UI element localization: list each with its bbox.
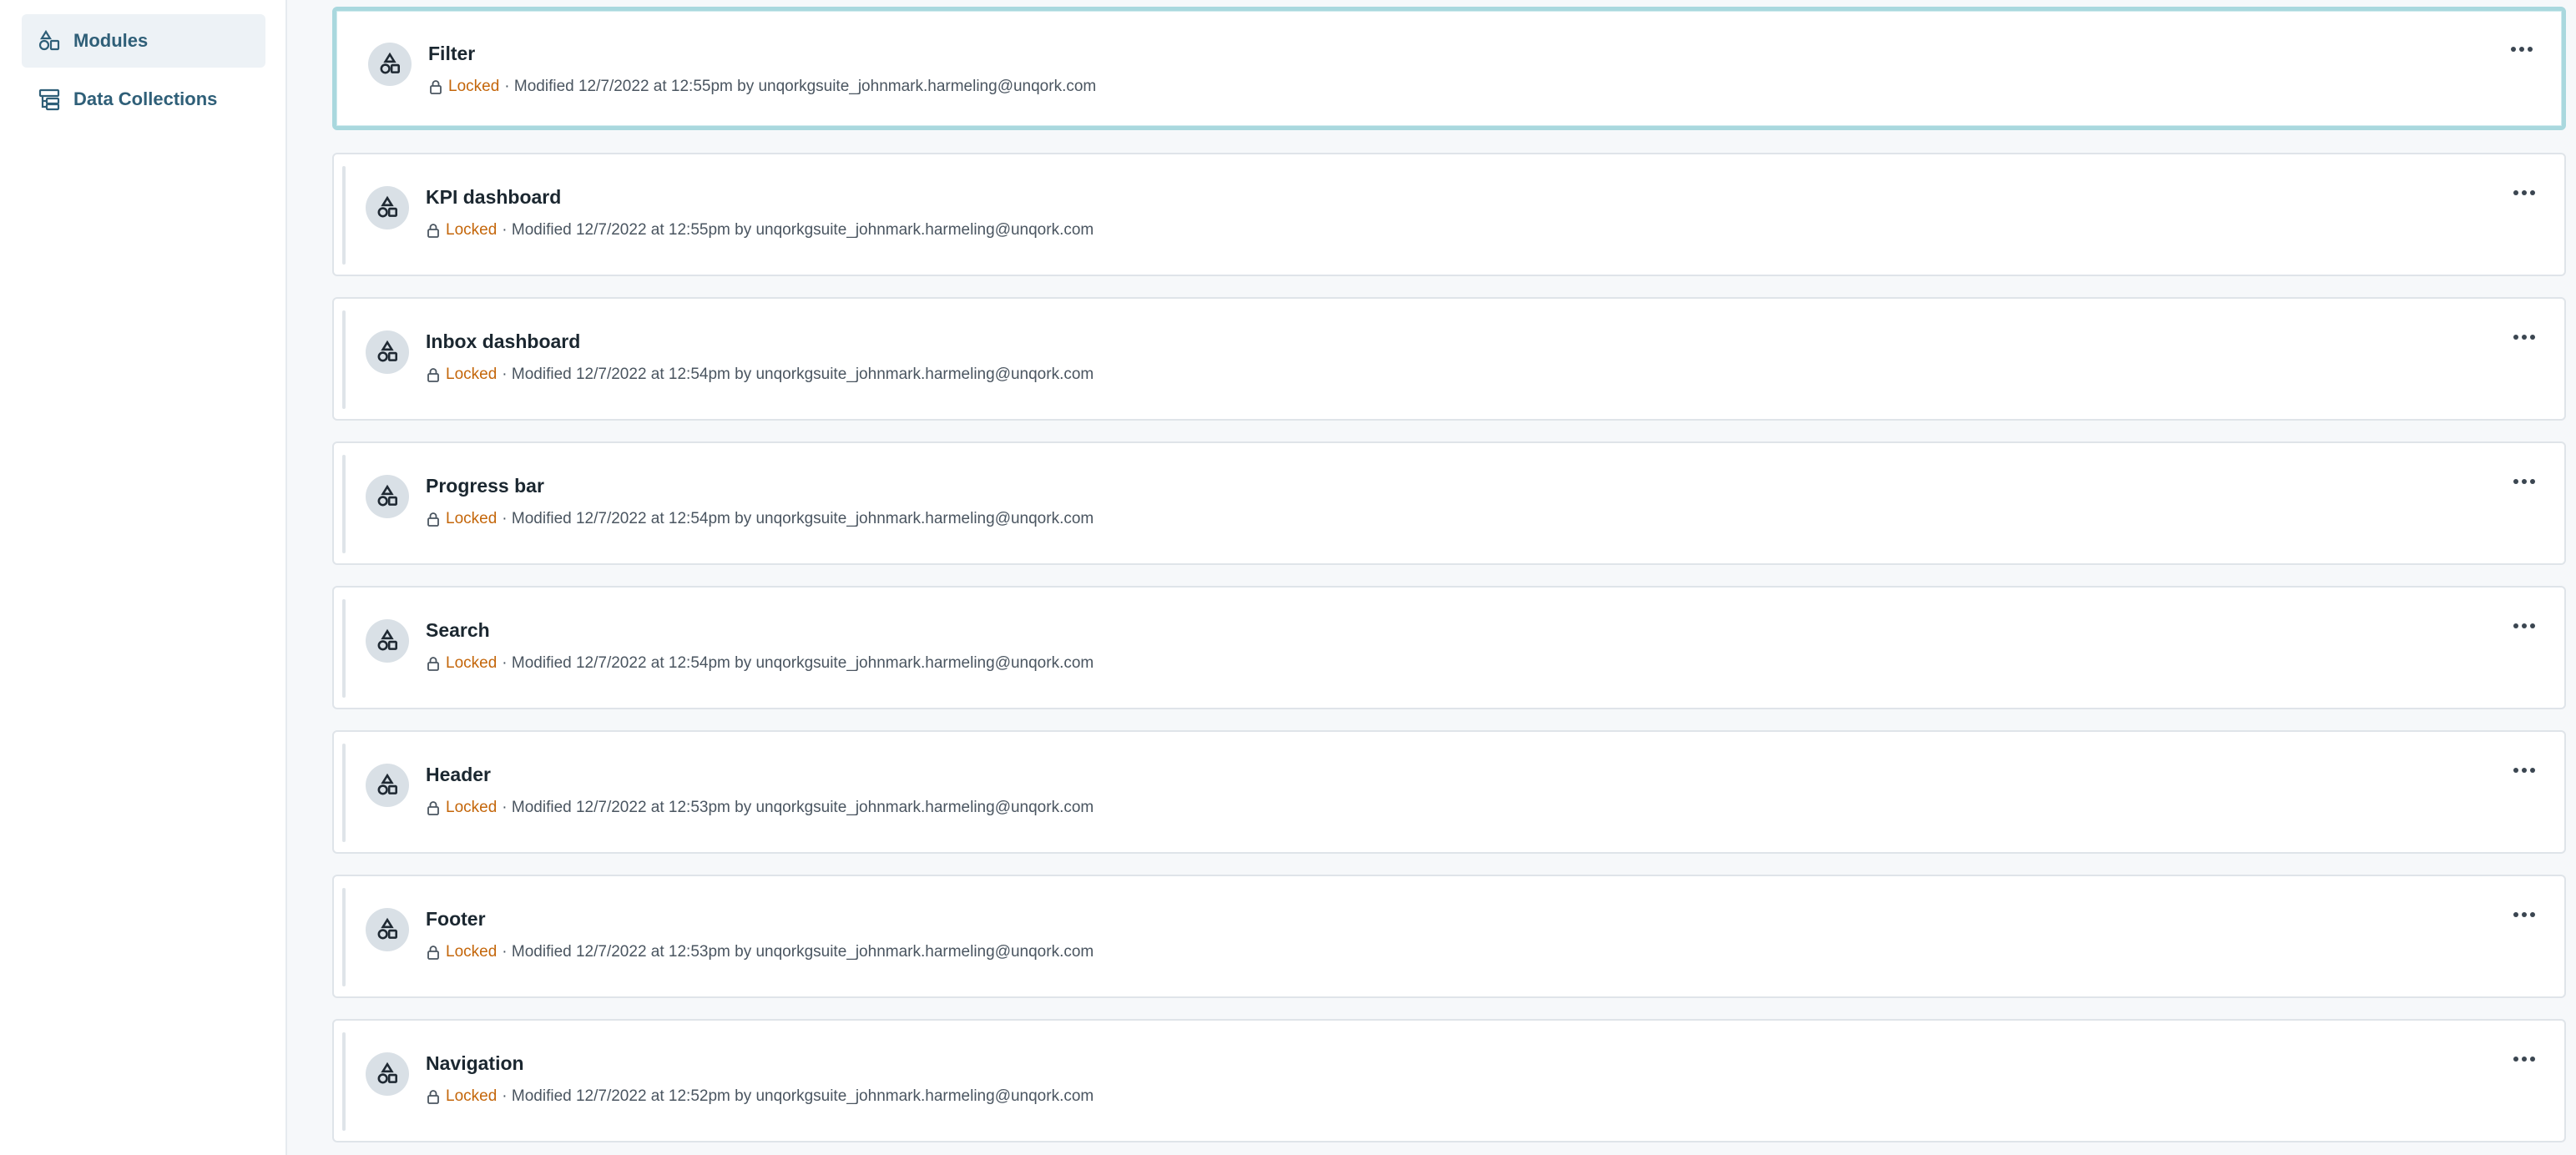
locked-status: Locked xyxy=(446,799,498,816)
more-options-button[interactable] xyxy=(2508,1049,2541,1069)
module-icon xyxy=(366,330,409,374)
card-accent xyxy=(342,888,346,986)
module-icon xyxy=(366,186,409,229)
module-icon xyxy=(366,764,409,807)
locked-status: Locked xyxy=(446,366,498,383)
sidebar-item-label: Data Collections xyxy=(73,88,218,109)
module-title[interactable]: Inbox dashboard xyxy=(426,330,580,353)
more-options-button[interactable] xyxy=(2508,472,2541,492)
module-card[interactable]: Search Locked · Modified 12/7/2022 at 12… xyxy=(332,586,2566,709)
module-meta: Locked · Modified 12/7/2022 at 12:55pm b… xyxy=(426,221,1094,240)
sidebar-item-label: Modules xyxy=(73,30,149,51)
lock-icon xyxy=(428,78,443,95)
module-card[interactable]: Filter Locked · Modified 12/7/2022 at 12… xyxy=(332,7,2566,130)
module-icon xyxy=(366,475,409,518)
modified-info: · Modified 12/7/2022 at 12:53pm by unqor… xyxy=(502,799,1094,816)
modules-icon xyxy=(37,28,62,53)
card-accent xyxy=(342,744,346,842)
more-options-button[interactable] xyxy=(2508,760,2541,780)
modified-info: · Modified 12/7/2022 at 12:54pm by unqor… xyxy=(502,366,1094,383)
module-icon xyxy=(366,1052,409,1096)
locked-status: Locked xyxy=(446,510,498,527)
card-accent xyxy=(342,166,346,265)
lock-icon xyxy=(426,799,441,816)
module-title[interactable]: Footer xyxy=(426,908,486,931)
module-meta: Locked · Modified 12/7/2022 at 12:52pm b… xyxy=(426,1087,1094,1106)
sidebar-item-modules[interactable]: Modules xyxy=(22,14,265,68)
sidebar-item-data-collections[interactable]: Data Collections xyxy=(22,73,265,126)
locked-status: Locked xyxy=(446,1087,498,1105)
module-list: Filter Locked · Modified 12/7/2022 at 12… xyxy=(287,0,2576,1155)
card-accent xyxy=(342,1032,346,1131)
module-card[interactable]: KPI dashboard Locked · Modified 12/7/202… xyxy=(332,153,2566,276)
locked-status: Locked xyxy=(448,78,500,95)
module-title[interactable]: KPI dashboard xyxy=(426,186,561,209)
lock-icon xyxy=(426,222,441,239)
module-title[interactable]: Header xyxy=(426,764,491,786)
module-icon xyxy=(368,43,412,86)
lock-icon xyxy=(426,944,441,961)
modified-info: · Modified 12/7/2022 at 12:55pm by unqor… xyxy=(502,221,1094,239)
module-title[interactable]: Progress bar xyxy=(426,475,544,497)
module-card[interactable]: Inbox dashboard Locked · Modified 12/7/2… xyxy=(332,297,2566,421)
module-icon xyxy=(366,908,409,951)
more-options-button[interactable] xyxy=(2508,327,2541,347)
locked-status: Locked xyxy=(446,943,498,961)
more-options-button[interactable] xyxy=(2508,905,2541,925)
sidebar: Modules Data Collections xyxy=(0,0,287,1155)
module-icon xyxy=(366,619,409,663)
lock-icon xyxy=(426,366,441,383)
modified-info: · Modified 12/7/2022 at 12:54pm by unqor… xyxy=(502,510,1094,527)
module-title[interactable]: Filter xyxy=(428,43,475,65)
card-accent xyxy=(342,310,346,409)
more-options-button[interactable] xyxy=(2508,616,2541,636)
locked-status: Locked xyxy=(446,654,498,672)
modified-info: · Modified 12/7/2022 at 12:53pm by unqor… xyxy=(502,943,1094,961)
card-accent xyxy=(342,455,346,553)
module-title[interactable]: Search xyxy=(426,619,490,642)
module-card[interactable]: Footer Locked · Modified 12/7/2022 at 12… xyxy=(332,875,2566,998)
modified-info: · Modified 12/7/2022 at 12:55pm by unqor… xyxy=(504,78,1097,95)
module-meta: Locked · Modified 12/7/2022 at 12:54pm b… xyxy=(426,654,1094,673)
card-accent xyxy=(342,599,346,698)
locked-status: Locked xyxy=(446,221,498,239)
lock-icon xyxy=(426,511,441,527)
module-meta: Locked · Modified 12/7/2022 at 12:53pm b… xyxy=(426,799,1094,817)
module-title[interactable]: Navigation xyxy=(426,1052,524,1075)
module-card[interactable]: Progress bar Locked · Modified 12/7/2022… xyxy=(332,441,2566,565)
module-card[interactable]: Navigation Locked · Modified 12/7/2022 a… xyxy=(332,1019,2566,1142)
more-options-button[interactable] xyxy=(2508,183,2541,203)
modified-info: · Modified 12/7/2022 at 12:54pm by unqor… xyxy=(502,654,1094,672)
more-options-button[interactable] xyxy=(2505,39,2538,59)
modified-info: · Modified 12/7/2022 at 12:52pm by unqor… xyxy=(502,1087,1094,1105)
module-meta: Locked · Modified 12/7/2022 at 12:54pm b… xyxy=(426,510,1094,528)
lock-icon xyxy=(426,1088,441,1105)
module-meta: Locked · Modified 12/7/2022 at 12:53pm b… xyxy=(426,943,1094,961)
data-collections-icon xyxy=(37,87,62,112)
module-meta: Locked · Modified 12/7/2022 at 12:55pm b… xyxy=(428,78,1096,96)
lock-icon xyxy=(426,655,441,672)
module-card[interactable]: Header Locked · Modified 12/7/2022 at 12… xyxy=(332,730,2566,854)
module-meta: Locked · Modified 12/7/2022 at 12:54pm b… xyxy=(426,366,1094,384)
